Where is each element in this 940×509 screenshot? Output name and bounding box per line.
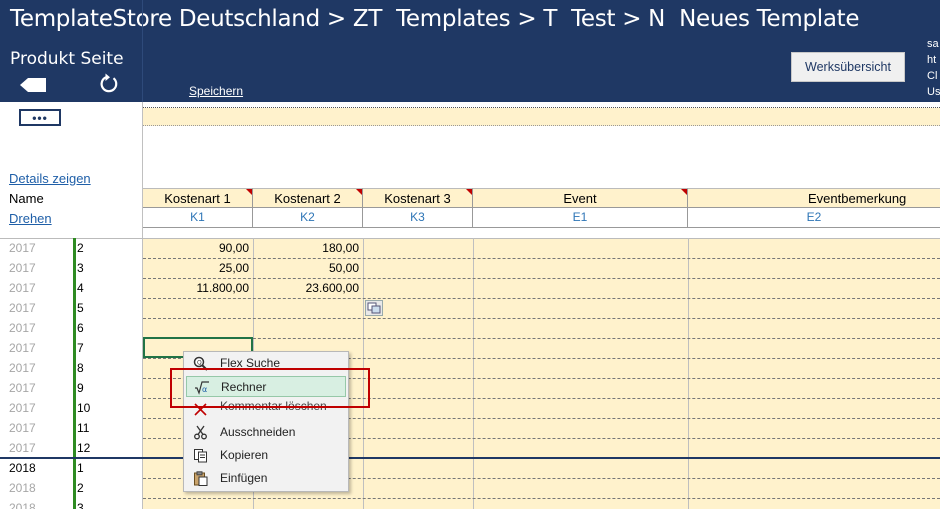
column-title: Kostenart 1 bbox=[164, 191, 231, 206]
row-month: 1 bbox=[77, 461, 84, 475]
highlight-annotation bbox=[170, 368, 370, 408]
column-code-k2: K2 bbox=[253, 208, 363, 228]
cell-k2[interactable]: 50,00 bbox=[253, 261, 359, 275]
row-year: 2017 bbox=[9, 441, 36, 455]
menu-item-label: Kopieren bbox=[220, 448, 269, 462]
cell-k2[interactable]: 180,00 bbox=[253, 241, 359, 255]
cell-k2[interactable]: 23.600,00 bbox=[253, 281, 359, 295]
row-month: 2 bbox=[77, 241, 84, 255]
column-code-e1: E1 bbox=[473, 208, 688, 228]
cell-k1[interactable]: 11.800,00 bbox=[143, 281, 250, 295]
row-year: 2017 bbox=[9, 341, 36, 355]
column-code-k1: K1 bbox=[143, 208, 253, 228]
row-year: 2018 bbox=[9, 481, 36, 495]
row-year: 2017 bbox=[9, 261, 36, 275]
row-month: 11 bbox=[77, 421, 90, 435]
menu-item-label: Einfügen bbox=[220, 471, 268, 485]
column-header-event[interactable]: Event bbox=[473, 188, 688, 208]
page-subtitle: Produkt Seite bbox=[10, 49, 124, 69]
refresh-icon[interactable] bbox=[98, 73, 120, 95]
row-month: 5 bbox=[77, 301, 84, 315]
scissors-icon bbox=[194, 425, 207, 440]
year-separator bbox=[0, 457, 940, 459]
column-code-k3: K3 bbox=[363, 208, 473, 228]
column-code-e2: E2 bbox=[688, 208, 940, 228]
column-header-k2[interactable]: Kostenart 2 bbox=[253, 188, 363, 208]
menu-item-paste[interactable]: Einfügen bbox=[186, 468, 346, 489]
name-label: Name bbox=[9, 191, 44, 206]
copy-icon bbox=[194, 449, 207, 463]
row-month: 10 bbox=[77, 401, 91, 415]
row-month: 2 bbox=[77, 481, 84, 495]
row-month: 8 bbox=[77, 361, 84, 375]
menu-item-copy[interactable]: Kopieren bbox=[186, 445, 346, 466]
comment-flag-icon bbox=[466, 189, 472, 195]
column-title: Event bbox=[563, 191, 597, 206]
row-month: 3 bbox=[77, 261, 84, 275]
row-year: 2017 bbox=[9, 421, 36, 435]
svg-text:Q: Q bbox=[197, 360, 202, 367]
title-bar: TemplateStore Deutschland > ZT Templates… bbox=[0, 0, 940, 102]
row-month: 12 bbox=[77, 441, 91, 455]
back-arrow-icon[interactable] bbox=[20, 78, 46, 92]
breadcrumb[interactable]: TemplateStore Deutschland > ZT Templates… bbox=[10, 6, 860, 32]
band-row-yellow bbox=[143, 108, 940, 126]
row-month: 3 bbox=[77, 501, 84, 509]
row-year: 2017 bbox=[9, 321, 36, 335]
column-title: Kostenart 2 bbox=[274, 191, 341, 206]
menu-item-cut[interactable]: Ausschneiden bbox=[186, 422, 346, 443]
cell-k1[interactable]: 90,00 bbox=[143, 241, 249, 255]
plant-overview-button[interactable]: Werksübersicht bbox=[791, 52, 905, 82]
comment-flag-icon bbox=[356, 189, 362, 195]
row-year: 2017 bbox=[9, 401, 36, 415]
save-link[interactable]: Speichern bbox=[189, 84, 243, 98]
comment-flag-icon bbox=[246, 189, 252, 195]
row-year: 2017 bbox=[9, 281, 36, 295]
column-header-k3[interactable]: Kostenart 3 bbox=[363, 188, 473, 208]
row-separator bbox=[143, 498, 940, 499]
rotate-link[interactable]: Drehen bbox=[9, 211, 52, 226]
row-year: 2017 bbox=[9, 361, 36, 375]
column-header-event-note[interactable]: Eventbemerkung bbox=[688, 188, 940, 208]
show-details-link[interactable]: Details zeigen bbox=[9, 171, 91, 186]
comment-flag-icon bbox=[681, 189, 687, 195]
cell-k1[interactable]: 25,00 bbox=[143, 261, 249, 275]
column-title: Eventbemerkung bbox=[808, 191, 907, 206]
paste-options-icon[interactable] bbox=[365, 300, 383, 316]
column-title: Kostenart 3 bbox=[384, 191, 451, 206]
row-separator bbox=[143, 318, 940, 319]
year-group-bar bbox=[73, 238, 76, 509]
row-separator bbox=[143, 278, 940, 279]
row-separator bbox=[143, 338, 940, 339]
row-month: 6 bbox=[77, 321, 84, 335]
menu-item-label: Ausschneiden bbox=[220, 425, 296, 439]
column-header-k1[interactable]: Kostenart 1 bbox=[143, 188, 253, 208]
more-options-button[interactable]: ••• bbox=[19, 109, 61, 126]
row-year: 2018 bbox=[9, 461, 36, 475]
row-year: 2018 bbox=[9, 501, 36, 509]
row-month: 4 bbox=[77, 281, 84, 295]
row-year: 2017 bbox=[9, 301, 36, 315]
row-month: 7 bbox=[77, 341, 84, 355]
row-separator bbox=[143, 258, 940, 259]
side-info-text: sa ht Cl Us bbox=[927, 38, 940, 98]
row-separator bbox=[143, 298, 940, 299]
paste-icon bbox=[194, 471, 208, 486]
header-divider bbox=[142, 0, 143, 102]
row-year: 2017 bbox=[9, 241, 36, 255]
row-year: 2017 bbox=[9, 381, 36, 395]
row-month: 9 bbox=[77, 381, 84, 395]
